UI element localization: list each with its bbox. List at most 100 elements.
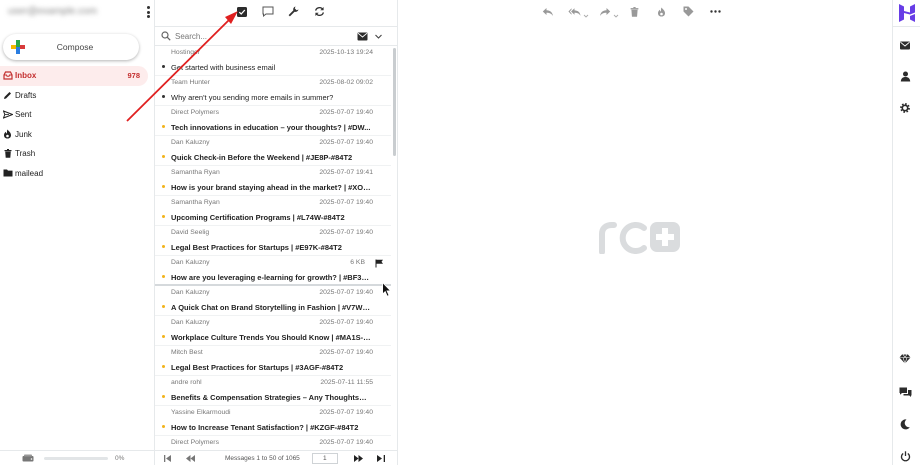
flag-icon[interactable] bbox=[375, 259, 384, 268]
message-subject: How is your brand staying ahead in the m… bbox=[171, 183, 371, 192]
message-sender: Direct Polymers bbox=[171, 109, 219, 116]
account-email[interactable]: user@example.com bbox=[8, 6, 116, 18]
delete-icon[interactable] bbox=[628, 5, 641, 18]
mark-junk-icon[interactable] bbox=[655, 5, 668, 18]
unread-status-dot[interactable] bbox=[162, 365, 165, 368]
message-subject: Legal Best Practices for Startups | #E97… bbox=[171, 243, 342, 252]
message-size: 6 KB bbox=[350, 259, 365, 266]
message-row[interactable]: Yassine Elkarmoudi 2025-07-07 19:40 How to… bbox=[155, 406, 391, 436]
tag-icon[interactable] bbox=[682, 5, 695, 18]
unread-status-dot[interactable] bbox=[162, 185, 165, 188]
message-subject: Get started with business email bbox=[171, 63, 276, 72]
message-row[interactable]: Hostinger 2025-10-13 19:24 Get started wit… bbox=[155, 46, 391, 76]
message-date: 2025-07-07 19:40 bbox=[319, 199, 373, 206]
message-subject: Quick Check-in Before the Weekend | #JE8… bbox=[171, 153, 353, 162]
message-row[interactable]: Dan Kaluzny 2025-07-07 19:40 Quick Check-i… bbox=[155, 136, 391, 166]
more-options-icon[interactable] bbox=[143, 4, 153, 20]
folder-inbox[interactable]: Inbox 978 bbox=[0, 66, 148, 86]
reply-icon[interactable] bbox=[541, 5, 554, 18]
message-sender: Samantha Ryan bbox=[171, 169, 220, 176]
previous-page-icon[interactable] bbox=[185, 454, 195, 463]
unread-status-dot[interactable] bbox=[162, 425, 165, 428]
unread-status-dot[interactable] bbox=[162, 245, 165, 248]
search-input[interactable] bbox=[175, 31, 355, 41]
folder-name: Inbox bbox=[15, 71, 37, 81]
unread-status-dot[interactable] bbox=[162, 155, 165, 158]
select-checkbox-icon[interactable] bbox=[235, 5, 248, 18]
diamond-icon[interactable] bbox=[898, 352, 912, 366]
folder-name: Sent bbox=[15, 110, 32, 120]
preview-pane bbox=[398, 0, 892, 465]
folder-mailead[interactable]: mailead bbox=[0, 164, 148, 184]
message-date: 2025-07-07 19:40 bbox=[319, 229, 373, 236]
unread-status-dot[interactable] bbox=[162, 395, 165, 398]
message-row[interactable]: David Seelig 2025-07-07 19:40 Legal Best P… bbox=[155, 226, 391, 256]
chevron-down-icon[interactable] bbox=[583, 13, 589, 19]
logout-power-icon[interactable] bbox=[898, 449, 912, 463]
page-number-input[interactable]: 1 bbox=[311, 452, 338, 464]
quota-percent: 0% bbox=[115, 454, 125, 462]
roundcube-logo-icon bbox=[599, 222, 680, 254]
message-sender: Yassine Elkarmoudi bbox=[171, 409, 231, 416]
mouse-cursor-icon bbox=[382, 282, 392, 297]
message-row[interactable]: andre rohl 2025-07-11 11:55 Benefits & Com… bbox=[155, 376, 391, 406]
message-toolbar bbox=[541, 4, 736, 19]
message-date: 2025-07-07 19:40 bbox=[319, 109, 373, 116]
message-date: 2025-07-07 19:40 bbox=[319, 139, 373, 146]
folder-list: Inbox 978 Drafts Sent Junk Trash mailead bbox=[0, 66, 148, 183]
message-date: 2025-07-07 19:40 bbox=[319, 319, 373, 326]
folder-trash[interactable]: Trash bbox=[0, 144, 148, 164]
read-status-dot[interactable] bbox=[162, 95, 165, 98]
unread-status-dot[interactable] bbox=[162, 125, 165, 128]
hostinger-logo-icon[interactable] bbox=[893, 0, 920, 27]
message-count: Messages 1 to 50 of 1065 bbox=[225, 454, 300, 462]
last-page-icon[interactable] bbox=[376, 454, 386, 463]
message-sender: Team Hunter bbox=[171, 79, 210, 86]
scrollbar[interactable] bbox=[391, 46, 398, 450]
folder-sent[interactable]: Sent bbox=[0, 105, 148, 125]
more-horizontal-icon[interactable] bbox=[709, 5, 722, 18]
search-bar bbox=[155, 26, 398, 46]
message-row[interactable]: Direct Polymers 2025-07-07 19:40 Tech inno… bbox=[155, 106, 391, 136]
message-sender: David Seelig bbox=[171, 229, 210, 236]
message-sender: Hostinger bbox=[171, 49, 201, 56]
contacts-icon[interactable] bbox=[898, 69, 912, 83]
compose-button[interactable]: Compose bbox=[3, 34, 139, 60]
message-row[interactable]: Samantha Ryan 2025-07-07 19:40 Upcoming Ce… bbox=[155, 196, 391, 226]
dark-mode-moon-icon[interactable] bbox=[898, 417, 912, 431]
message-row[interactable]: Samantha Ryan 2025-07-07 19:41 How is your… bbox=[155, 166, 391, 196]
unread-status-dot[interactable] bbox=[162, 305, 165, 308]
unread-status-dot[interactable] bbox=[162, 335, 165, 338]
message-row[interactable]: Team Hunter 2025-08-02 09:02 Why aren't yo… bbox=[155, 76, 391, 106]
message-row[interactable]: Dan Kaluzny 2025-07-07 19:40 A Quick Chat … bbox=[155, 286, 391, 316]
message-date: 2025-08-02 09:02 bbox=[319, 79, 373, 86]
unread-status-dot[interactable] bbox=[162, 215, 165, 218]
envelope-icon[interactable] bbox=[357, 32, 368, 41]
scrollbar-thumb[interactable] bbox=[393, 48, 396, 156]
message-row[interactable]: Dan Kaluzny 2025-07-07 19:40 Workplace Cul… bbox=[155, 316, 391, 346]
chat-icon[interactable] bbox=[898, 385, 912, 399]
read-status-dot[interactable] bbox=[162, 65, 165, 68]
chevron-down-icon[interactable] bbox=[374, 32, 383, 41]
message-subject: Tech innovations in education – your tho… bbox=[171, 123, 371, 132]
settings-gear-icon[interactable] bbox=[898, 101, 912, 115]
next-page-icon[interactable] bbox=[354, 454, 364, 463]
chevron-down-icon[interactable] bbox=[613, 13, 619, 19]
first-page-icon[interactable] bbox=[163, 454, 173, 463]
message-row[interactable]: Dan Kaluzny 6 KB How are you leveraging e-… bbox=[155, 256, 391, 286]
folder-drafts[interactable]: Drafts bbox=[0, 86, 148, 106]
threads-icon[interactable] bbox=[261, 5, 274, 18]
reply-all-icon[interactable] bbox=[568, 5, 581, 18]
message-list: Hostinger 2025-10-13 19:24 Get started wit… bbox=[155, 46, 391, 450]
refresh-icon[interactable] bbox=[313, 5, 326, 18]
forward-icon[interactable] bbox=[598, 5, 611, 18]
wrench-icon[interactable] bbox=[287, 5, 300, 18]
message-date: 2025-07-07 19:40 bbox=[319, 439, 373, 446]
message-sender: Dan Kaluzny bbox=[171, 319, 210, 326]
message-row[interactable]: Direct Polymers 2025-07-07 19:40 bbox=[155, 436, 391, 450]
folder-junk[interactable]: Junk bbox=[0, 125, 148, 145]
folder-name: Drafts bbox=[15, 90, 37, 100]
unread-status-dot[interactable] bbox=[162, 275, 165, 278]
message-row[interactable]: Mitch Best 2025-07-07 19:40 Legal Best Pra… bbox=[155, 346, 391, 376]
mail-icon[interactable] bbox=[898, 38, 912, 52]
